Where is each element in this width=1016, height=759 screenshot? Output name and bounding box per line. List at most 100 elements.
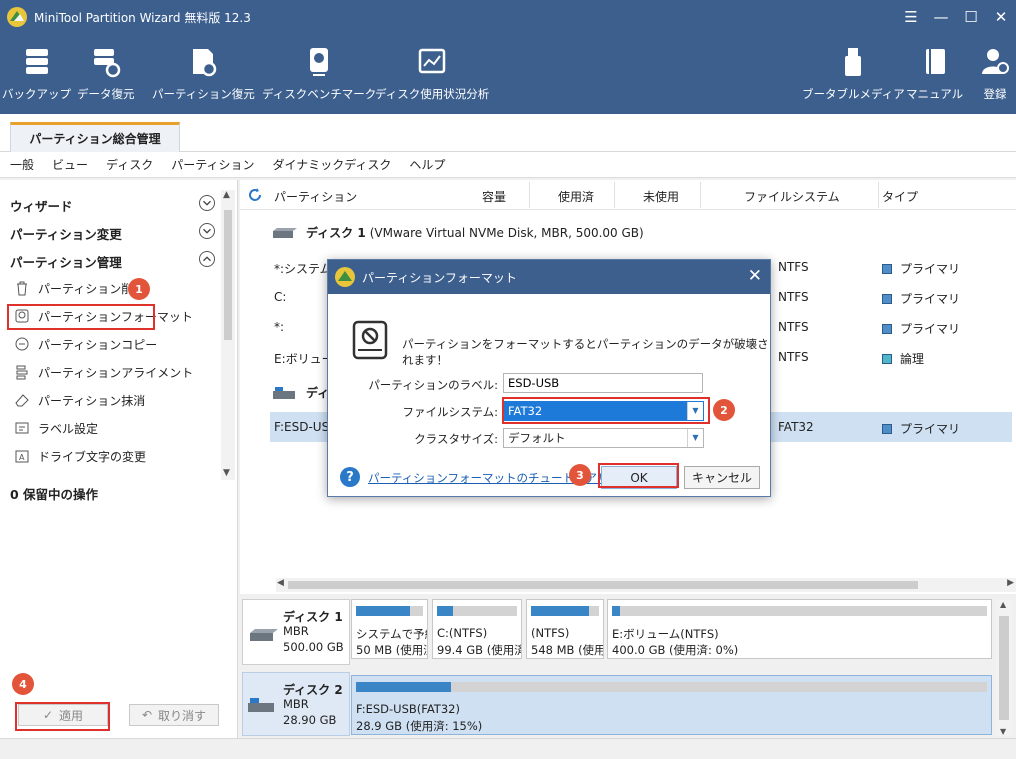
disk-map-scrollbar[interactable]: ▲ ▼: [996, 600, 1012, 736]
col-partition[interactable]: パーティション: [274, 188, 357, 205]
minimize-button[interactable]: —: [926, 0, 956, 34]
sidebar-item-change-letter[interactable]: A ドライブ文字の変更: [14, 446, 146, 466]
scroll-thumb[interactable]: [999, 616, 1009, 720]
align-icon: [16, 365, 28, 380]
step-badge-3: 3: [569, 464, 591, 486]
disk-2-row[interactable]: ディ: [272, 384, 329, 401]
col-unused[interactable]: 未使用: [643, 188, 679, 205]
partition-recovery-icon: [193, 49, 217, 77]
backup-button[interactable]: バックアップ: [2, 46, 71, 102]
space-analyzer-icon: [418, 48, 446, 74]
disk-map-partition[interactable]: システムで予約 50 MB (使用済: [351, 599, 428, 659]
format-partition-dialog: パーティションフォーマット ✕ パーティションをフォーマットするとパーティション…: [327, 259, 771, 497]
step-badge-1: 1: [128, 278, 150, 300]
scroll-thumb[interactable]: [288, 581, 918, 589]
col-capacity[interactable]: 容量: [482, 188, 506, 205]
cluster-size-caption: クラスタサイズ:: [414, 432, 498, 446]
menu-general[interactable]: 一般: [10, 156, 34, 173]
chevron-down-icon[interactable]: [199, 223, 215, 239]
highlight-box: [15, 702, 110, 731]
space-analyzer-button[interactable]: ディスク使用状況分析: [375, 46, 489, 102]
chevron-down-icon[interactable]: [199, 195, 215, 211]
tab-partition-management[interactable]: パーティション総合管理: [10, 122, 180, 152]
highlight-box: [502, 397, 710, 424]
menu-view[interactable]: ビュー: [52, 156, 88, 173]
register-button[interactable]: 登録: [980, 46, 1010, 102]
sidebar-section-partition-management[interactable]: パーティション管理: [10, 252, 122, 271]
disk-1-row[interactable]: ディスク 1 (VMware Virtual NVMe Disk, MBR, 5…: [272, 224, 644, 241]
sidebar-scrollbar[interactable]: ▲ ▼: [221, 190, 235, 480]
svg-text:A: A: [19, 453, 25, 462]
sidebar-item-align-partition[interactable]: パーティションアライメント: [14, 362, 193, 382]
sidebar-item-set-label[interactable]: ラベル設定: [14, 418, 98, 438]
scroll-up-icon[interactable]: ▲: [223, 190, 230, 200]
disk-format-icon: [352, 320, 388, 360]
menu-bar: 一般 ビュー ディスク パーティション ダイナミックディスク ヘルプ: [0, 152, 1016, 178]
chevron-down-icon[interactable]: ▼: [687, 429, 703, 447]
drive-letter-icon: A: [15, 450, 29, 463]
partition-recovery-button[interactable]: パーティション復元: [152, 46, 255, 102]
hard-disk-icon: [250, 629, 278, 641]
sidebar-item-copy-partition[interactable]: パーティションコピー: [14, 334, 157, 354]
hard-disk-icon: [273, 227, 297, 238]
disk-map-disk-1[interactable]: ディスク 1 MBR 500.00 GB: [242, 599, 350, 665]
chevron-up-icon[interactable]: [199, 251, 215, 267]
disk-map-disk-2[interactable]: ディスク 2 MBR 28.90 GB: [242, 672, 350, 736]
partition-label-input[interactable]: [503, 373, 703, 393]
horizontal-scrollbar[interactable]: ◀ ▶: [276, 578, 1016, 592]
status-bar: [0, 738, 1016, 759]
user-add-icon: [982, 49, 1009, 74]
sidebar: ウィザード パーティション変更 パーティション管理 パーティション削除 パーティ…: [0, 180, 238, 738]
col-type[interactable]: タイプ: [882, 188, 918, 205]
disk-map: ディスク 1 MBR 500.00 GB システムで予約 50 MB (使用済 …: [240, 596, 1016, 738]
menu-icon[interactable]: ☰: [896, 0, 926, 34]
label-icon: [15, 422, 29, 434]
col-filesystem[interactable]: ファイルシステム: [744, 188, 840, 205]
title-bar: MiniTool Partition Wizard 無料版 12.3 ☰ — ☐…: [0, 0, 1016, 34]
disk-benchmark-button[interactable]: ディスクベンチマーク: [262, 46, 376, 102]
menu-help[interactable]: ヘルプ: [409, 156, 445, 173]
disk-map-partition[interactable]: (NTFS) 548 MB (使用済: [526, 599, 604, 659]
warning-text: パーティションをフォーマットするとパーティションのデータが破壊されます！: [402, 337, 769, 367]
sidebar-section-change-partition[interactable]: パーティション変更: [10, 224, 122, 243]
sidebar-section-wizard[interactable]: ウィザード: [10, 196, 73, 215]
disk-map-partition-selected[interactable]: F:ESD-USB(FAT32) 28.9 GB (使用済: 15%): [351, 675, 992, 735]
col-used[interactable]: 使用済: [558, 188, 594, 205]
eraser-icon: [15, 394, 29, 407]
step-badge-4: 4: [12, 673, 34, 695]
cancel-button[interactable]: キャンセル: [684, 466, 760, 489]
scroll-thumb[interactable]: [224, 210, 232, 340]
dialog-close-icon[interactable]: ✕: [748, 266, 762, 286]
menu-dynamic-disk[interactable]: ダイナミックディスク: [272, 156, 391, 173]
cluster-size-select[interactable]: デフォルト ▼: [503, 428, 704, 448]
menu-partition[interactable]: パーティション: [171, 156, 254, 173]
disk-benchmark-icon: [310, 48, 329, 76]
data-recovery-icon: [93, 49, 120, 78]
usb-drive-icon: [845, 48, 862, 76]
sidebar-item-wipe-partition[interactable]: パーティション抹消: [14, 390, 145, 410]
sidebar-item-delete-partition[interactable]: パーティション削除: [14, 278, 145, 298]
tab-strip: パーティション総合管理: [0, 114, 1016, 152]
refresh-icon[interactable]: [247, 187, 263, 203]
backup-icon: [25, 49, 48, 74]
table-header: パーティション 容量 使用済 未使用 ファイルシステム タイプ: [240, 180, 1016, 210]
maximize-button[interactable]: ☐: [956, 0, 986, 34]
disk-map-partition[interactable]: E:ボリューム(NTFS) 400.0 GB (使用済: 0%): [607, 599, 992, 659]
highlight-box: [7, 304, 155, 330]
step-badge-2: 2: [713, 399, 735, 421]
menu-disk[interactable]: ディスク: [106, 156, 153, 173]
usb-disk-icon: [248, 698, 274, 712]
close-button[interactable]: ✕: [986, 0, 1016, 34]
undo-button[interactable]: ↶ 取り消す: [129, 704, 219, 726]
copy-partition-icon: [15, 337, 29, 351]
undo-arrow-icon: ↶: [141, 708, 153, 722]
disk-map-partition[interactable]: C:(NTFS) 99.4 GB (使用済: [432, 599, 522, 659]
trash-icon: [17, 281, 27, 296]
app-title: MiniTool Partition Wizard 無料版 12.3: [34, 10, 251, 25]
help-icon[interactable]: ?: [340, 467, 360, 487]
bootable-media-button[interactable]: ブータブルメディア: [802, 46, 905, 102]
scroll-down-icon[interactable]: ▼: [223, 468, 230, 478]
manual-button[interactable]: マニュアル: [906, 46, 963, 102]
data-recovery-button[interactable]: データ復元: [77, 46, 135, 102]
toolbar: バックアップ データ復元 パーティション復元 ディスクベンチマーク ディスク使用…: [0, 34, 1016, 114]
